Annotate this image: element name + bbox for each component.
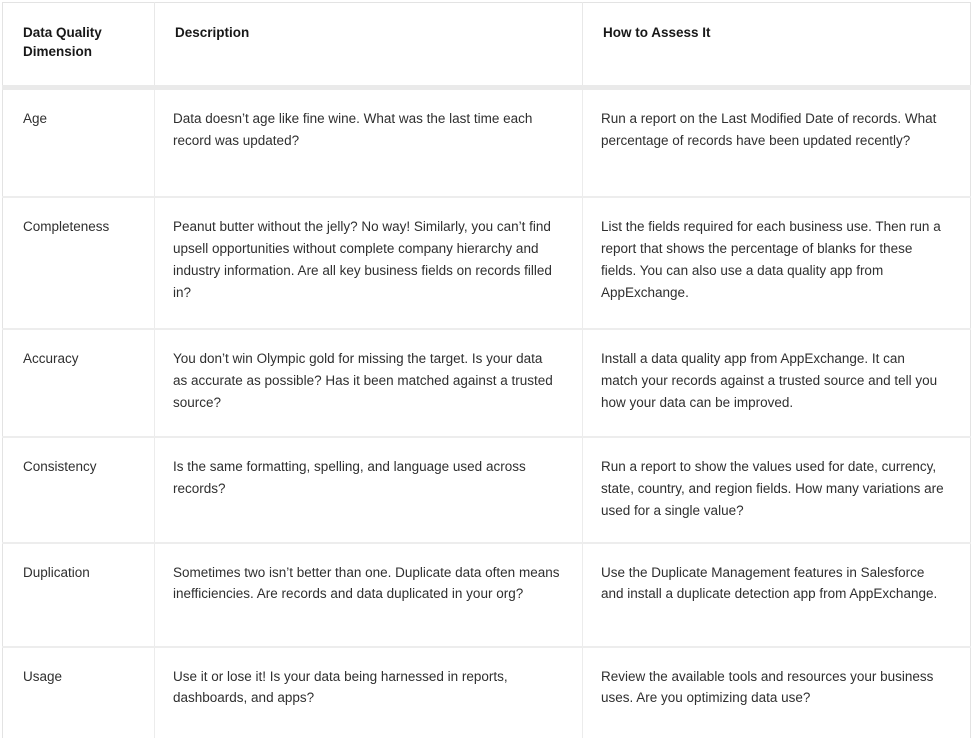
- table-row: Accuracy You don’t win Olympic gold for …: [2, 329, 971, 438]
- cell-assess: Use the Duplicate Management features in…: [582, 542, 971, 648]
- data-quality-dimensions-table: Data Quality Dimension Description How t…: [2, 2, 971, 738]
- cell-description: Use it or lose it! Is your data being ha…: [154, 646, 583, 738]
- cell-dimension: Accuracy: [2, 329, 155, 438]
- cell-assess: Run a report on the Last Modified Date o…: [582, 87, 971, 198]
- cell-dimension: Duplication: [2, 542, 155, 648]
- cell-description: You don’t win Olympic gold for missing t…: [154, 329, 583, 438]
- cell-assess: Run a report to show the values used for…: [582, 437, 971, 544]
- table-header: Data Quality Dimension Description How t…: [2, 2, 971, 90]
- cell-dimension: Consistency: [2, 437, 155, 544]
- column-header-description: Description: [154, 2, 583, 90]
- cell-assess: Install a data quality app from AppExcha…: [582, 329, 971, 438]
- table-row: Consistency Is the same formatting, spel…: [2, 437, 971, 544]
- column-header-assess: How to Assess It: [582, 2, 971, 90]
- cell-assess: Review the available tools and resources…: [582, 646, 971, 738]
- cell-description: Peanut butter without the jelly? No way!…: [154, 197, 583, 330]
- cell-dimension: Completeness: [2, 197, 155, 330]
- table-body: Age Data doesn’t age like fine wine. Wha…: [2, 87, 971, 738]
- cell-description: Sometimes two isn’t better than one. Dup…: [154, 542, 583, 648]
- cell-assess: List the fields required for each busine…: [582, 197, 971, 330]
- table-row: Usage Use it or lose it! Is your data be…: [2, 646, 971, 738]
- table-row: Duplication Sometimes two isn’t better t…: [2, 542, 971, 648]
- cell-dimension: Usage: [2, 646, 155, 738]
- cell-description: Is the same formatting, spelling, and la…: [154, 437, 583, 544]
- data-quality-table-container: Data Quality Dimension Description How t…: [0, 0, 974, 738]
- column-header-dimension: Data Quality Dimension: [2, 2, 155, 90]
- table-row: Age Data doesn’t age like fine wine. Wha…: [2, 87, 971, 198]
- table-header-row: Data Quality Dimension Description How t…: [2, 2, 971, 90]
- cell-description: Data doesn’t age like fine wine. What wa…: [154, 87, 583, 198]
- cell-dimension: Age: [2, 87, 155, 198]
- table-row: Completeness Peanut butter without the j…: [2, 197, 971, 330]
